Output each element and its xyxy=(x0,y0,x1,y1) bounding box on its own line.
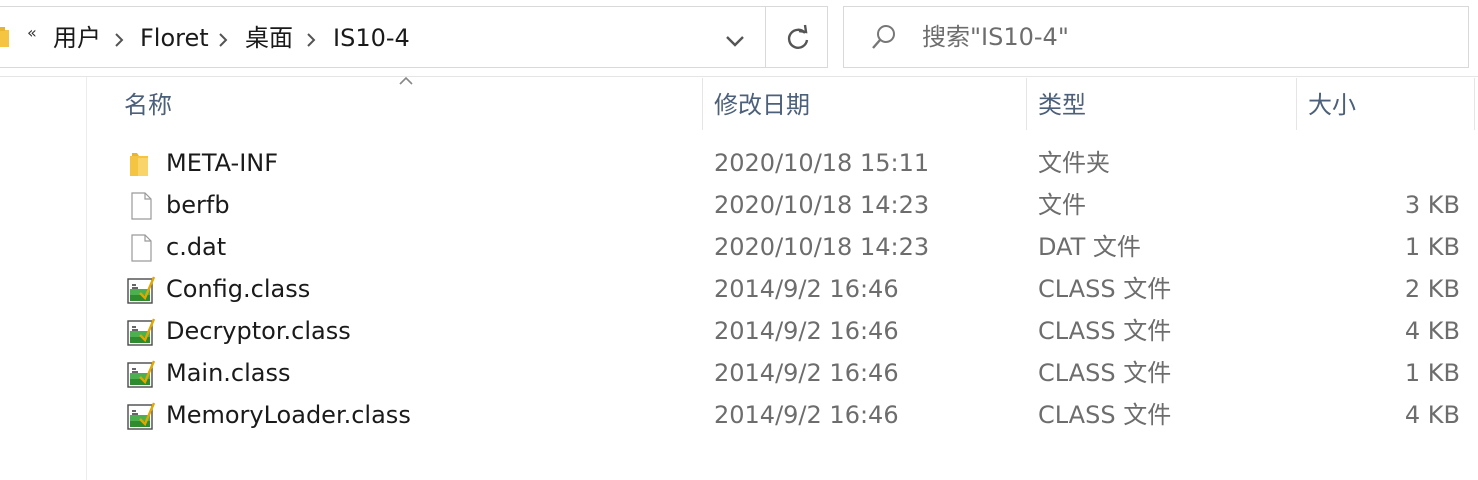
column-separator[interactable] xyxy=(1296,78,1297,130)
file-row[interactable]: berfb 2020/10/18 14:23 文件 3 KB xyxy=(0,184,1478,226)
toolbar-divider xyxy=(0,76,1478,77)
chevron-right-icon[interactable] xyxy=(305,33,317,47)
file-size: 1 KB xyxy=(1404,359,1460,387)
file-date-modified: 2014/9/2 16:46 xyxy=(714,275,899,303)
file-type: CLASS 文件 xyxy=(1038,359,1172,387)
column-separator[interactable] xyxy=(702,78,703,130)
file-name: MemoryLoader.class xyxy=(166,401,411,429)
file-date-modified: 2020/10/18 14:23 xyxy=(714,191,930,219)
file-type: 文件夹 xyxy=(1038,149,1110,177)
breadcrumb-item-floret[interactable]: Floret xyxy=(140,24,209,52)
file-size: 3 KB xyxy=(1404,191,1460,219)
breadcrumb-overflow-button[interactable]: « xyxy=(27,23,37,42)
file-date-modified: 2014/9/2 16:46 xyxy=(714,401,899,429)
file-name: Config.class xyxy=(166,275,311,303)
file-name: c.dat xyxy=(166,233,227,261)
file-row[interactable]: MemoryLoader.class 2014/9/2 16:46 CLASS … xyxy=(0,394,1478,436)
folder-icon xyxy=(0,27,9,47)
file-row[interactable]: Decryptor.class 2014/9/2 16:46 CLASS 文件 … xyxy=(0,310,1478,352)
file-size: 1 KB xyxy=(1404,233,1460,261)
file-date-modified: 2014/9/2 16:46 xyxy=(714,359,899,387)
search-icon xyxy=(872,25,895,49)
column-separator[interactable] xyxy=(1026,78,1027,130)
file-name: Main.class xyxy=(166,359,291,387)
java-class-icon xyxy=(127,402,156,430)
column-header-type[interactable]: 类型 xyxy=(1038,89,1086,125)
file-size: 4 KB xyxy=(1404,401,1460,429)
file-explorer-window: « 用户 Floret 桌面 IS10-4 搜索"IS10-4" 名称 修改日期… xyxy=(0,0,1478,480)
address-divider xyxy=(765,7,766,67)
file-row[interactable]: c.dat 2020/10/18 14:23 DAT 文件 1 KB xyxy=(0,226,1478,268)
breadcrumb-item-users[interactable]: 用户 xyxy=(53,24,101,52)
java-class-icon xyxy=(127,276,156,304)
file-size: 2 KB xyxy=(1404,275,1460,303)
file-size: 4 KB xyxy=(1404,317,1460,345)
file-date-modified: 2014/9/2 16:46 xyxy=(714,317,899,345)
java-class-icon xyxy=(127,318,156,346)
file-type: 文件 xyxy=(1038,191,1086,219)
search-box[interactable] xyxy=(843,6,1469,68)
sort-ascending-icon xyxy=(399,76,413,85)
file-row[interactable]: Main.class 2014/9/2 16:46 CLASS 文件 1 KB xyxy=(0,352,1478,394)
file-type: CLASS 文件 xyxy=(1038,317,1172,345)
refresh-icon[interactable] xyxy=(783,24,813,54)
folder-icon xyxy=(130,153,148,176)
column-header-name[interactable]: 名称 xyxy=(124,89,172,125)
file-date-modified: 2020/10/18 15:11 xyxy=(714,149,930,177)
file-type: CLASS 文件 xyxy=(1038,401,1172,429)
breadcrumb-item-desktop[interactable]: 桌面 xyxy=(245,24,293,52)
file-name: berfb xyxy=(166,191,230,219)
chevron-down-icon[interactable] xyxy=(721,27,749,55)
breadcrumb-item-current-folder[interactable]: IS10-4 xyxy=(333,24,410,52)
file-icon xyxy=(131,192,152,220)
file-type: CLASS 文件 xyxy=(1038,275,1172,303)
chevron-right-icon[interactable] xyxy=(217,33,229,47)
search-input[interactable] xyxy=(922,21,1442,53)
file-row[interactable]: META-INF 2020/10/18 15:11 文件夹 xyxy=(0,142,1478,184)
java-class-icon xyxy=(127,360,156,388)
chevron-right-icon[interactable] xyxy=(113,33,125,47)
column-header-size[interactable]: 大小 xyxy=(1308,89,1356,125)
file-type: DAT 文件 xyxy=(1038,233,1141,261)
column-separator[interactable] xyxy=(1474,78,1475,130)
column-header-date-modified[interactable]: 修改日期 xyxy=(714,89,810,125)
file-name: META-INF xyxy=(166,149,279,177)
file-date-modified: 2020/10/18 14:23 xyxy=(714,233,930,261)
file-row[interactable]: Config.class 2014/9/2 16:46 CLASS 文件 2 K… xyxy=(0,268,1478,310)
file-icon xyxy=(131,234,152,262)
address-bar[interactable]: « 用户 Floret 桌面 IS10-4 xyxy=(0,6,828,68)
file-name: Decryptor.class xyxy=(166,317,351,345)
file-list: META-INF 2020/10/18 15:11 文件夹 berfb 2020… xyxy=(0,142,1478,436)
